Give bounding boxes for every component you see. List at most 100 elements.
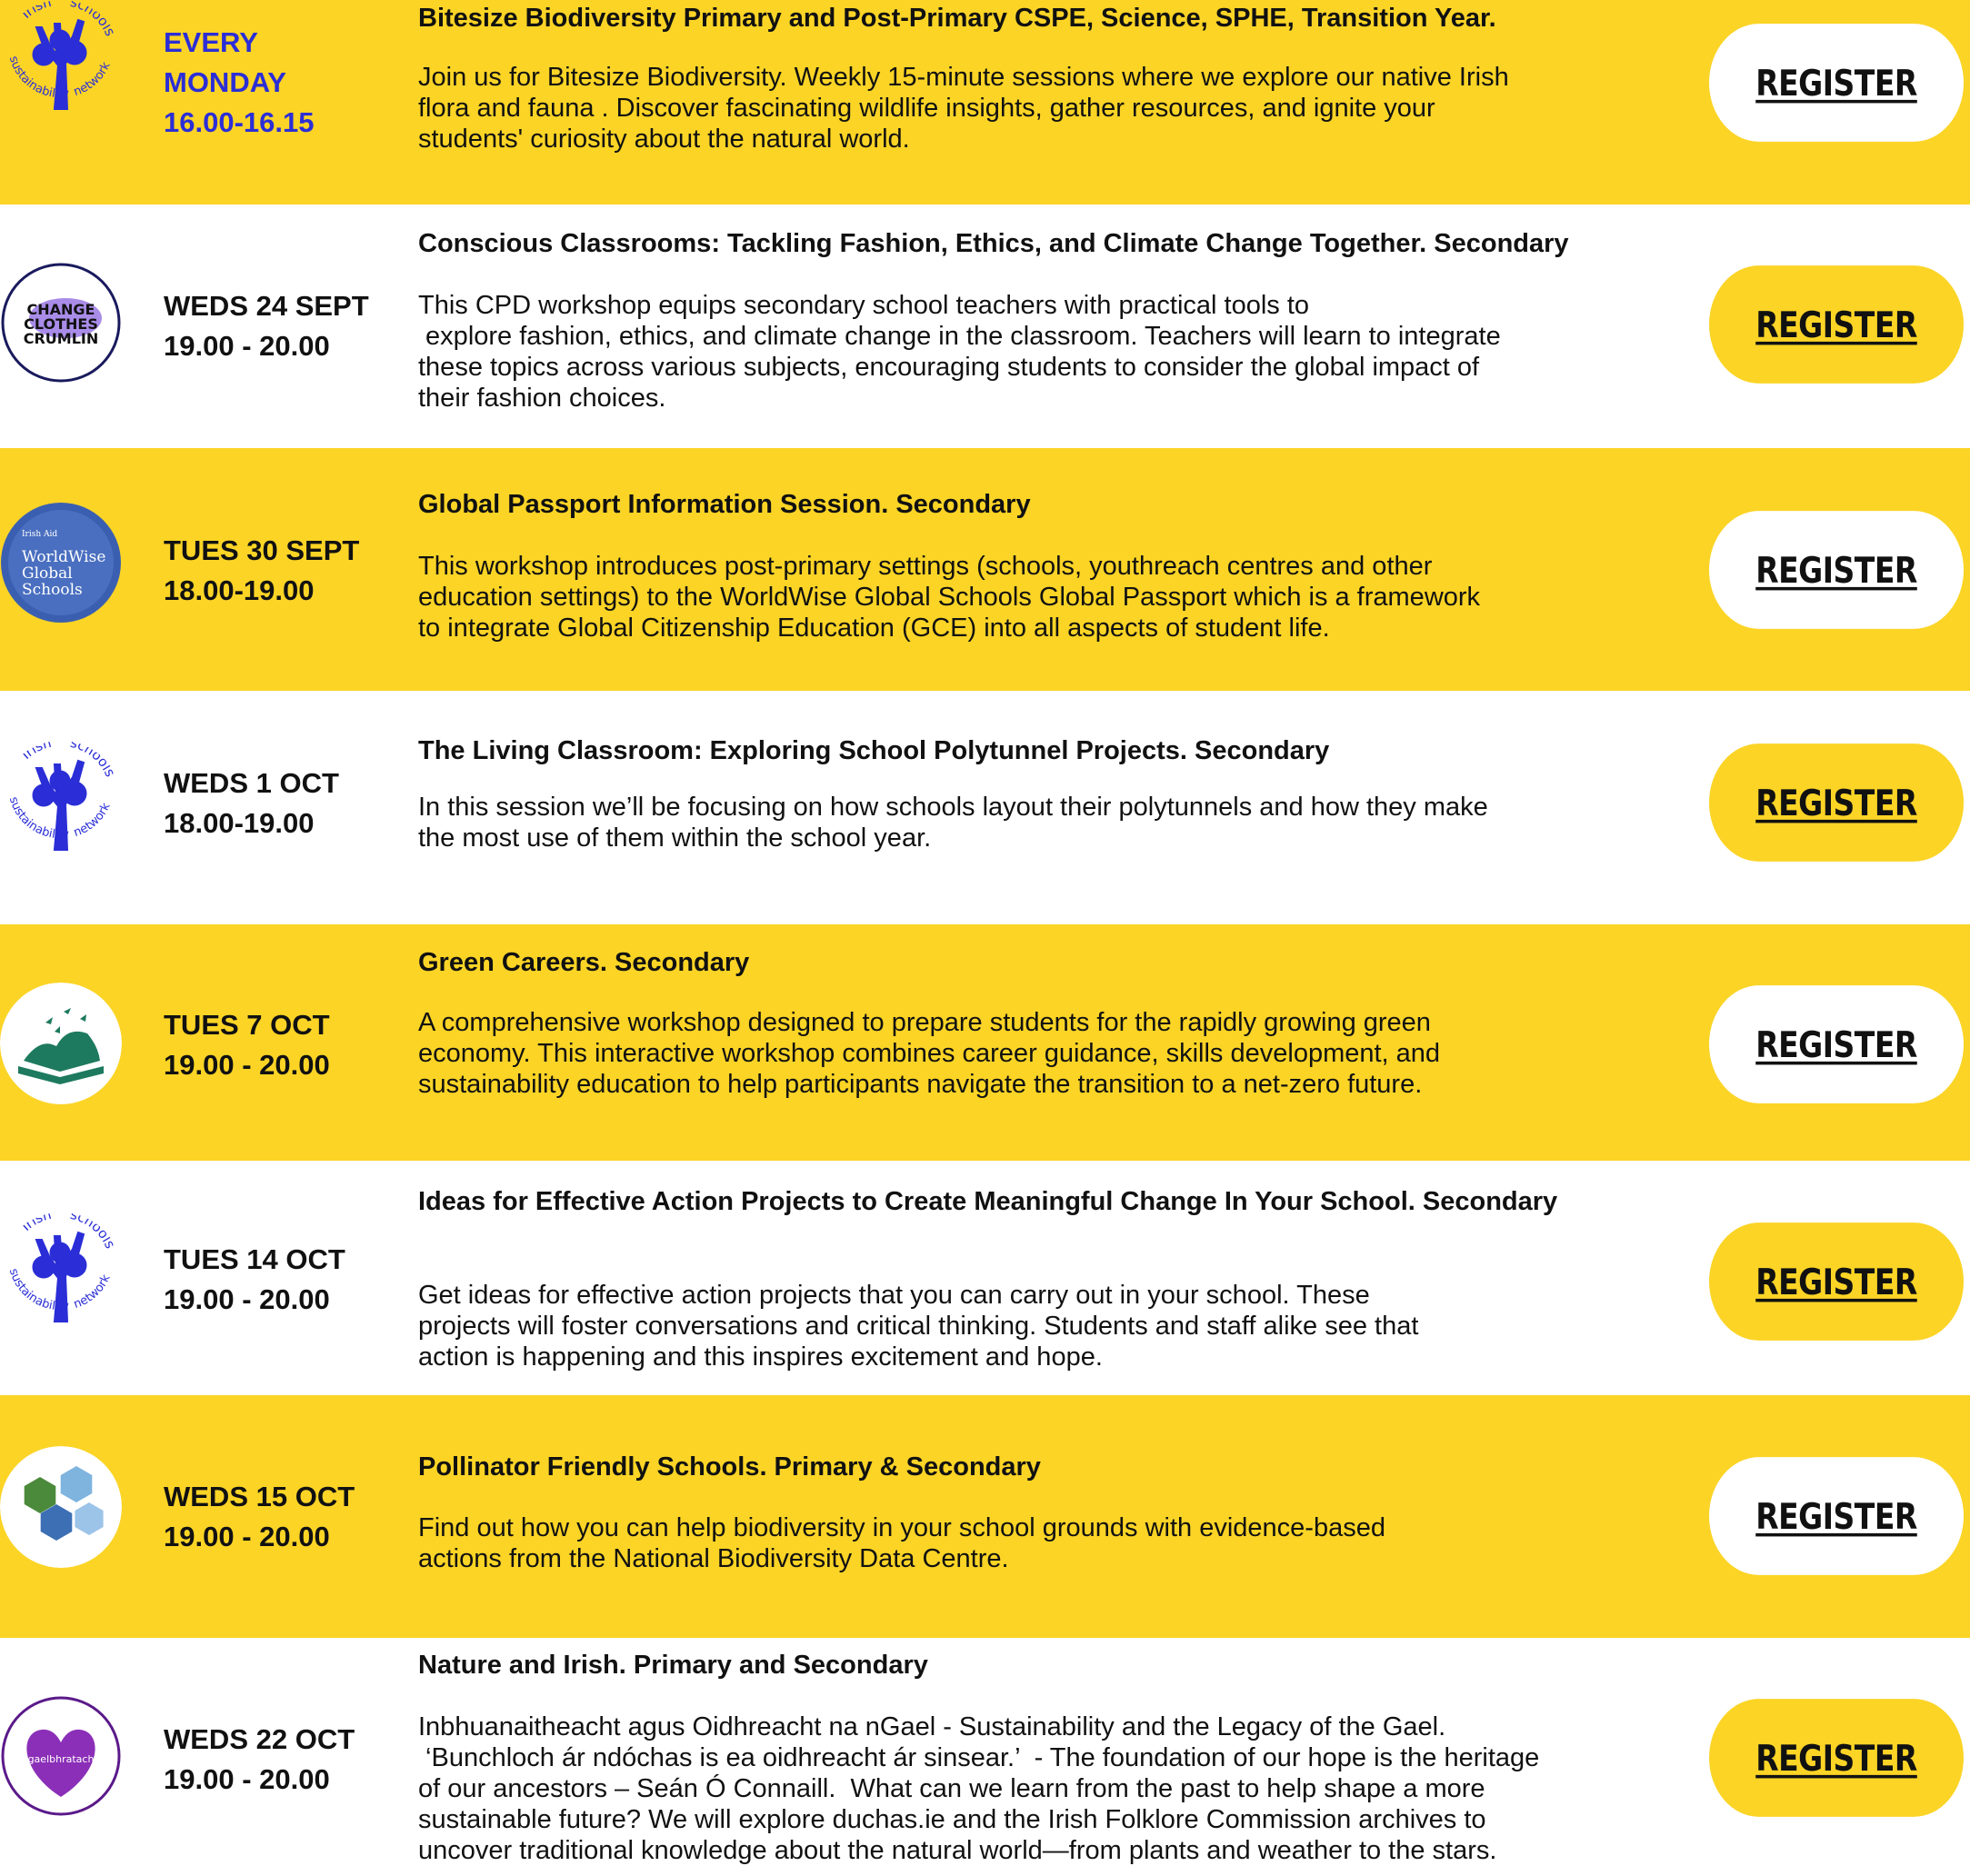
logo-arc-text: network	[72, 801, 114, 840]
event-date: WEDS 22 OCT 19.00 - 20.00	[164, 1720, 355, 1800]
event-day: WEDS 22 OCT	[164, 1723, 355, 1755]
organiser-logo: gaelbhratach	[0, 1695, 122, 1817]
event-row: Irish schools sustainability network WEDS 1 …	[0, 691, 1970, 924]
event-row: TUES 7 OCT 19.00 - 20.00 Green Careers. Se…	[0, 924, 1970, 1161]
event-title: The Living Classroom: Exploring School P…	[418, 736, 1330, 765]
event-date: TUES 14 OCT 19.00 - 20.00	[164, 1240, 345, 1320]
event-row: Irish schools sustainability network TUES 14…	[0, 1161, 1970, 1395]
description-line: of our ancestors – Seán Ó Connaill. What…	[418, 1774, 1485, 1803]
event-time: 19.00 - 20.00	[164, 1283, 330, 1315]
organiser-logo	[0, 983, 122, 1104]
description-line: these topics across various subjects, en…	[418, 353, 1480, 382]
logo-arc-text: Irish	[18, 741, 54, 763]
logo-arc-text: Irish	[18, 0, 54, 22]
event-time: 19.00 - 20.00	[164, 330, 330, 362]
event-date: WEDS 1 OCT 18.00-19.00	[164, 763, 339, 843]
events-schedule: Irish schools sustainability network EVERY MO…	[0, 0, 1970, 1876]
event-day: WEDS 1 OCT	[164, 767, 339, 799]
description-line: sustainable future? We will explore duch…	[418, 1805, 1486, 1834]
event-description: In this session we’ll be focusing on how…	[418, 792, 1659, 853]
register-button[interactable]: REGISTER	[1709, 24, 1964, 142]
description-line: This workshop introduces post-primary se…	[418, 552, 1433, 581]
logo-text: Schools	[22, 581, 83, 599]
event-description: This workshop introduces post-primary se…	[418, 551, 1659, 644]
event-day: WEDS 24 SEPT	[164, 290, 369, 322]
event-day: EVERY	[164, 26, 258, 58]
event-time: 19.00 - 20.00	[164, 1049, 330, 1081]
logo-text: gaelbhratach	[28, 1753, 95, 1765]
description-line: their fashion choices.	[418, 384, 666, 413]
register-button[interactable]: REGISTER	[1709, 743, 1964, 862]
event-title: Bitesize Biodiversity Primary and Post-P…	[418, 4, 1496, 33]
event-day: TUES 7 OCT	[164, 1009, 330, 1041]
event-row: WEDS 15 OCT 19.00 - 20.00 Pollinator Frien…	[0, 1395, 1970, 1638]
organiser-logo: Irish Aid WorldWise Global Schools	[0, 502, 122, 624]
event-time: 19.00 - 20.00	[164, 1521, 330, 1552]
description-line: A comprehensive workshop designed to pre…	[418, 1008, 1431, 1037]
organiser-logo: Irish schools sustainability network	[0, 1212, 122, 1334]
organiser-logo: CHANGE CLOTHES CRUMLIN	[0, 262, 122, 384]
event-title: Green Careers. Secondary	[418, 948, 750, 977]
event-time: 16.00-16.15	[164, 106, 315, 138]
event-date: TUES 7 OCT 19.00 - 20.00	[164, 1005, 330, 1085]
logo-arc-text: network	[72, 60, 114, 99]
event-date: WEDS 24 SEPT 19.00 - 20.00	[164, 286, 369, 366]
register-button[interactable]: REGISTER	[1709, 265, 1964, 384]
event-date: WEDS 15 OCT 19.00 - 20.00	[164, 1477, 355, 1557]
event-date: EVERY MONDAY 16.00-16.15	[164, 23, 314, 143]
event-title: Pollinator Friendly Schools. Primary & S…	[418, 1452, 1041, 1482]
event-description: A comprehensive workshop designed to pre…	[418, 1007, 1659, 1100]
organiser-logo: Irish schools sustainability network	[0, 741, 122, 863]
description-line: In this session we’ll be focusing on how…	[418, 793, 1488, 822]
event-time: 18.00-19.00	[164, 574, 315, 606]
event-row: CHANGE CLOTHES CRUMLIN WEDS 24 SEPT 19.00 - …	[0, 205, 1970, 448]
description-line: projects will foster conversations and c…	[418, 1312, 1419, 1341]
logo-arc-text: network	[72, 1272, 114, 1312]
event-row: Irish Aid WorldWise Global Schools TUES 30 S…	[0, 448, 1970, 691]
description-line: flora and fauna . Discover fascinating w…	[418, 94, 1435, 123]
description-line: actions from the National Biodiversity D…	[418, 1544, 1009, 1573]
event-time: 18.00-19.00	[164, 807, 315, 839]
description-line: This CPD workshop equips secondary schoo…	[418, 291, 1310, 320]
description-line: action is happening and this inspires ex…	[418, 1342, 1103, 1372]
description-line: sustainability education to help partici…	[418, 1070, 1423, 1099]
logo-text: Global	[22, 564, 73, 583]
description-line: Find out how you can help biodiversity i…	[418, 1513, 1385, 1542]
event-day: MONDAY	[164, 66, 286, 98]
description-line: ‘Bunchloch ár ndóchas is ea oidhreacht á…	[418, 1743, 1540, 1772]
event-title: Global Passport Information Session. Sec…	[418, 490, 1031, 519]
event-description: Inbhuanaitheacht agus Oidhreacht na nGae…	[418, 1711, 1659, 1866]
organiser-logo: Irish schools sustainability network	[0, 0, 122, 122]
logo-text: Irish Aid	[22, 530, 57, 539]
event-row: Irish schools sustainability network EVERY MO…	[0, 0, 1970, 205]
event-title: Conscious Classrooms: Tackling Fashion, …	[418, 229, 1569, 258]
event-day: TUES 30 SEPT	[164, 534, 360, 566]
event-description: Find out how you can help biodiversity i…	[418, 1512, 1659, 1574]
organiser-logo	[0, 1446, 122, 1568]
event-date: TUES 30 SEPT 18.00-19.00	[164, 531, 359, 611]
event-description: Get ideas for effective action projects …	[418, 1280, 1659, 1372]
event-title: Nature and Irish. Primary and Secondary	[418, 1651, 928, 1680]
event-day: WEDS 15 OCT	[164, 1481, 355, 1512]
description-line: economy. This interactive workshop combi…	[418, 1039, 1441, 1068]
register-button[interactable]: REGISTER	[1709, 1222, 1964, 1341]
description-line: explore fashion, ethics, and climate cha…	[418, 322, 1501, 351]
event-title: Ideas for Effective Action Projects to C…	[418, 1187, 1558, 1216]
event-row: gaelbhratach WEDS 22 OCT 19.00 - 20.00 Natu…	[0, 1638, 1970, 1876]
logo-text: CRUMLIN	[24, 330, 99, 347]
description-line: education settings) to the WorldWise Glo…	[418, 583, 1481, 612]
logo-arc-text: Irish	[18, 1212, 54, 1234]
register-button[interactable]: REGISTER	[1709, 1699, 1964, 1817]
logo-text: WorldWise	[22, 548, 105, 566]
event-time: 19.00 - 20.00	[164, 1763, 330, 1795]
register-button[interactable]: REGISTER	[1709, 1457, 1964, 1575]
description-line: to integrate Global Citizenship Educatio…	[418, 614, 1330, 643]
description-line: Join us for Bitesize Biodiversity. Weekl…	[418, 63, 1509, 92]
register-button[interactable]: REGISTER	[1709, 511, 1964, 629]
event-description: Join us for Bitesize Biodiversity. Weekl…	[418, 62, 1659, 155]
register-button[interactable]: REGISTER	[1709, 985, 1964, 1103]
description-line: Inbhuanaitheacht agus Oidhreacht na nGae…	[418, 1712, 1446, 1741]
event-day: TUES 14 OCT	[164, 1243, 345, 1275]
description-line: uncover traditional knowledge about the …	[418, 1836, 1497, 1865]
description-line: students' curiosity about the natural wo…	[418, 125, 910, 154]
